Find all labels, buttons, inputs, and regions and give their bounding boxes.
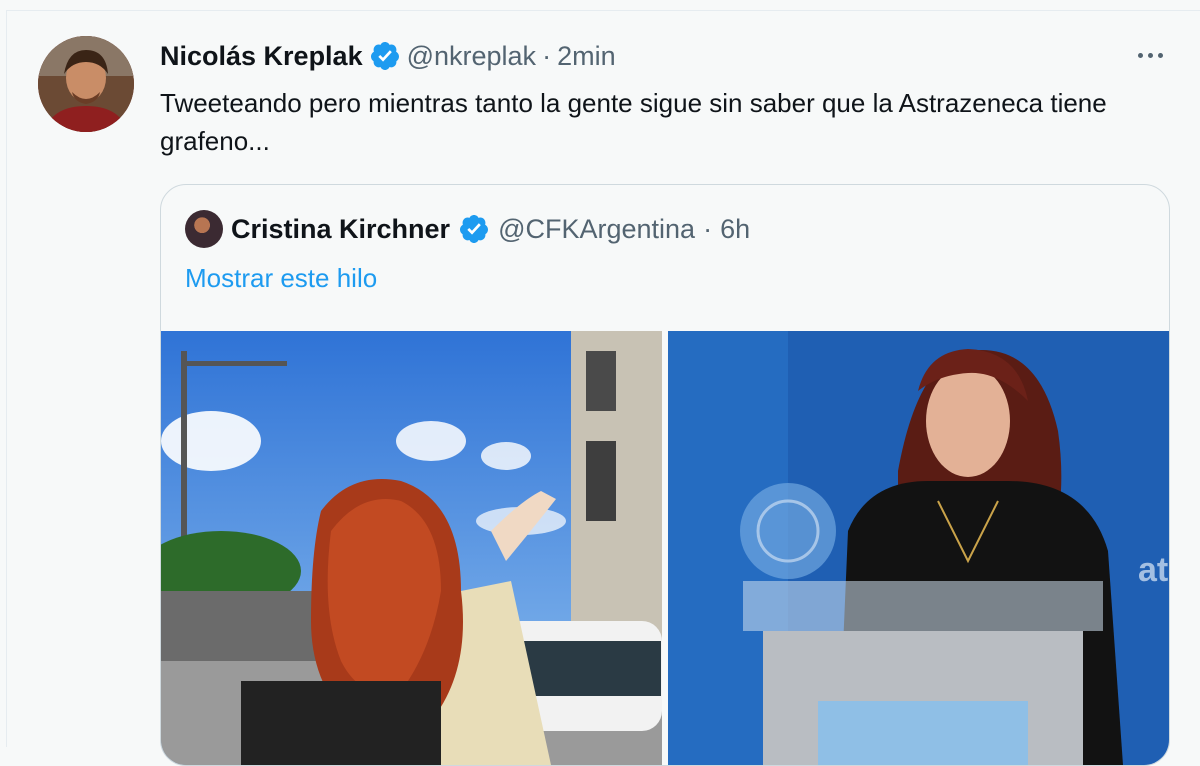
- author-avatar-image: [38, 36, 134, 132]
- quoted-tweet-header: Cristina Kirchner @CFKArgentina · 6h: [185, 210, 750, 248]
- quoted-media-grid: at: [161, 331, 1169, 765]
- separator-dot: ·: [542, 40, 552, 71]
- quoted-author-handle[interactable]: @CFKArgentina: [498, 214, 695, 245]
- quoted-verified-badge-icon: [460, 215, 489, 243]
- show-thread-link[interactable]: Mostrar este hilo: [185, 263, 377, 294]
- author-handle[interactable]: @nkreplak: [407, 41, 536, 72]
- quoted-separator-dot: ·: [703, 213, 713, 244]
- quoted-timestamp[interactable]: 6h: [720, 214, 750, 245]
- more-options-icon[interactable]: [1130, 40, 1170, 70]
- tweet-timestamp[interactable]: 2min: [557, 41, 616, 72]
- verified-badge-icon: [370, 42, 399, 70]
- author-avatar[interactable]: [38, 36, 134, 132]
- tweet-header: Nicolás Kreplak @nkreplak · 2min: [160, 40, 616, 72]
- photo-podium-image: at: [668, 331, 1169, 765]
- quoted-author-avatar[interactable]: [185, 210, 223, 248]
- photo-at-podium[interactable]: at: [668, 331, 1169, 765]
- tweet-text: Tweeteando pero mientras tanto la gente …: [160, 88, 1107, 156]
- photo-waving-image: [161, 331, 662, 765]
- svg-text:at: at: [1138, 551, 1168, 589]
- author-name[interactable]: Nicolás Kreplak: [160, 41, 363, 72]
- quoted-tweet[interactable]: Cristina Kirchner @CFKArgentina · 6h Mos…: [160, 184, 1170, 766]
- quoted-author-name[interactable]: Cristina Kirchner: [231, 214, 450, 245]
- photo-waving-to-crowd[interactable]: [161, 331, 662, 765]
